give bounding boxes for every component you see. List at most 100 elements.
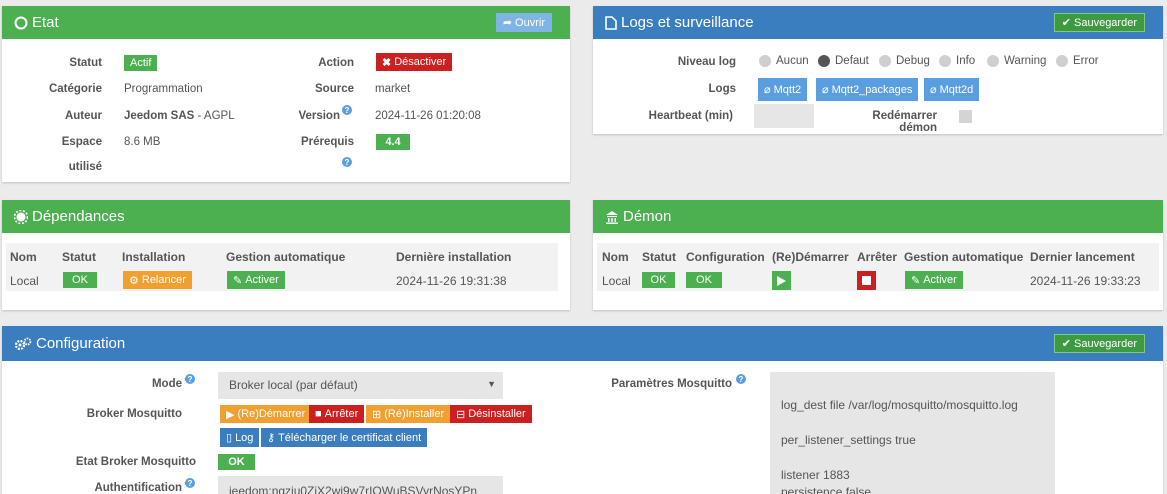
stop-icon: ■ — [315, 408, 322, 420]
version-value: 2024-11-26 01:20:08 — [375, 110, 481, 122]
cogs-icon — [14, 337, 32, 350]
dep-activer-button[interactable]: ✎ Activer — [227, 271, 285, 289]
log-mqtt2-button[interactable]: ⌀ Mqtt2 — [758, 78, 808, 101]
magic-icon: ✎ — [911, 274, 921, 287]
col-arreter: Arrêter — [857, 250, 898, 264]
broker-install-button[interactable]: ⊞ (Ré)Installer — [366, 405, 451, 423]
logs-label: Logs — [708, 83, 736, 95]
col-gestion: Gestion automatique — [904, 250, 1024, 264]
radio-icon — [879, 55, 891, 67]
col-dernier: Dernier lancement — [1030, 250, 1135, 264]
check-circle-icon: ✔ — [1061, 338, 1071, 350]
level-info-radio[interactable]: Info — [939, 55, 975, 67]
demon-panel: Démon Nom Statut Configuration (Re)Démar… — [593, 200, 1163, 310]
play-icon — [777, 275, 786, 286]
caret-down-icon: ▼ — [487, 379, 496, 389]
configuration-panel: Configuration ✔ Sauvegarder Mode ? Broke… — [2, 326, 1163, 494]
log-mqtt2-packages-button[interactable]: ⌀ Mqtt2_packages — [816, 78, 919, 101]
bicycle-icon: ⚙ — [129, 274, 139, 287]
espace-label: Espace — [61, 136, 102, 148]
logs-panel: Logs et surveillance ✔ Sauvegarder Nivea… — [593, 6, 1163, 134]
demon-header: Démon — [593, 200, 1163, 233]
radio-icon — [939, 55, 951, 67]
heartbeat-input[interactable] — [754, 104, 814, 128]
auth-input[interactable]: jeedom:ngziu0ZiX2wi9w7rIOWuBSVyrNosYPn — [218, 476, 503, 494]
broker-restart-button[interactable]: ▶ (Re)Démarrer — [220, 405, 312, 423]
auteur-label: Auteur — [64, 110, 102, 122]
level-aucun-radio[interactable]: Aucun — [759, 55, 809, 67]
demon-activer-button[interactable]: ✎ Activer — [905, 271, 963, 289]
etat-title: Etat — [32, 14, 59, 31]
etat-broker-badge: OK — [218, 454, 255, 470]
desactiver-button[interactable]: ✖ Désactiver — [376, 53, 453, 71]
statut-badge: Actif — [124, 55, 158, 71]
config-save-button[interactable]: ✔ Sauvegarder — [1053, 334, 1145, 353]
source-label: Source — [315, 83, 354, 95]
help-icon[interactable]: ? — [185, 478, 195, 488]
demon-stop-button[interactable] — [857, 271, 876, 290]
categorie-value: Programmation — [124, 83, 203, 95]
etat-header: Etat ➦ Ouvrir — [2, 6, 570, 39]
help-icon[interactable]: ? — [185, 374, 195, 384]
download-cert-button[interactable]: ⚷ Télécharger le certificat client — [261, 428, 428, 447]
dependances-title: Dépendances — [32, 208, 125, 225]
col-gestion: Gestion automatique — [226, 250, 346, 264]
mode-label: Mode — [151, 378, 182, 390]
col-statut: Statut — [62, 250, 96, 264]
relancer-button[interactable]: ⚙ Relancer — [123, 271, 192, 289]
espace-value: 8.6 MB — [124, 136, 161, 148]
logs-header: Logs et surveillance ✔ Sauvegarder — [593, 6, 1163, 39]
key-icon: ⚷ — [267, 432, 276, 444]
dependances-panel: Dépendances Nom Statut Installation Gest… — [2, 200, 570, 310]
row-nom: Local — [10, 274, 39, 288]
radio-icon — [1056, 55, 1068, 67]
power-circle-icon — [14, 16, 28, 29]
espace-label-2: utilisé — [68, 161, 102, 173]
minus-square-icon: ⊟ — [456, 408, 466, 421]
open-button[interactable]: ➦ Ouvrir — [495, 13, 552, 32]
etat-broker-label: Etat Broker Mosquitto — [75, 456, 196, 468]
radio-icon — [759, 55, 771, 67]
categorie-label: Catégorie — [48, 83, 102, 95]
help-icon[interactable]: ? — [342, 157, 352, 167]
level-warning-radio[interactable]: Warning — [987, 55, 1046, 67]
row-config-badge: OK — [686, 272, 722, 288]
gear-icon — [14, 209, 28, 224]
col-redemarrer: (Re)Démarrer — [772, 250, 849, 264]
col-nom: Nom — [10, 250, 37, 264]
paperclip-icon: ⌀ — [764, 84, 771, 96]
broker-uninstall-button[interactable]: ⊟ Désinstaller — [450, 405, 532, 423]
play-icon: ▶ — [226, 408, 235, 421]
source-value: market — [375, 83, 411, 95]
help-icon[interactable]: ? — [342, 105, 352, 115]
logs-save-button[interactable]: ✔ Sauvegarder — [1053, 13, 1145, 32]
row-statut-badge: OK — [63, 272, 97, 288]
auth-label: Authentification — [94, 482, 182, 494]
col-installation: Installation — [122, 250, 186, 264]
params-label: Paramètres Mosquitto — [611, 378, 732, 390]
share-icon: ➦ — [502, 17, 513, 29]
dependances-header: Dépendances — [2, 200, 570, 233]
params-textarea[interactable]: log_dest file /var/log/mosquitto/mosquit… — [770, 372, 1055, 494]
row-statut-badge: OK — [642, 272, 675, 288]
mode-select[interactable]: Broker local (par défaut) ▼ — [218, 372, 503, 399]
restart-demon-checkbox[interactable] — [959, 110, 972, 123]
level-defaut-radio[interactable]: Defaut — [818, 55, 869, 67]
level-debug-radio[interactable]: Debug — [879, 55, 930, 67]
paperclip-icon: ⌀ — [930, 84, 937, 96]
row-derniere: 2024-11-26 19:31:38 — [396, 274, 507, 288]
broker-stop-button[interactable]: ■ Arrêter — [309, 405, 365, 423]
level-error-radio[interactable]: Error — [1056, 55, 1099, 67]
logs-title: Logs et surveillance — [621, 14, 754, 31]
broker-log-button[interactable]: ▯ Log — [220, 428, 260, 447]
col-derniere: Dernière installation — [396, 250, 512, 264]
configuration-header: Configuration ✔ Sauvegarder — [2, 326, 1163, 361]
demon-start-button[interactable] — [772, 271, 791, 290]
log-mqtt2d-button[interactable]: ⌀ Mqtt2d — [924, 78, 980, 101]
row-dernier: 2024-11-26 19:33:23 — [1030, 274, 1141, 288]
etat-panel: Etat ➦ Ouvrir Statut Actif Action ✖ Désac… — [2, 6, 570, 182]
stop-icon — [862, 276, 871, 285]
help-icon[interactable]: ? — [736, 374, 746, 384]
auteur-value: Jeedom SAS - AGPL — [124, 110, 235, 122]
col-configuration: Configuration — [686, 250, 765, 264]
